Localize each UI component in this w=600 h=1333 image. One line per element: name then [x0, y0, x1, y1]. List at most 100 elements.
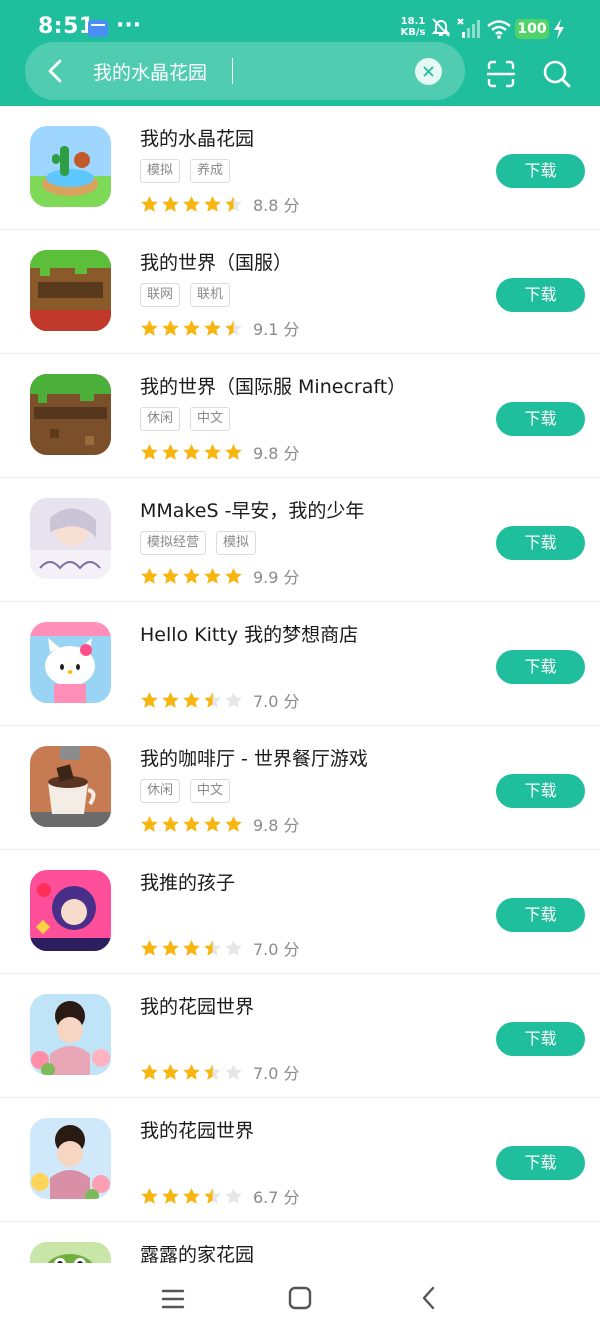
- star-empty-icon: [225, 939, 242, 956]
- app-name: 我的水晶花园: [140, 128, 255, 150]
- star-full-icon: [141, 691, 158, 708]
- header: 8:51 ··· 18.1 KB/s 100: [0, 0, 600, 106]
- app-tag: 模拟: [216, 531, 257, 555]
- scan-icon[interactable]: [486, 59, 516, 89]
- star-full-icon: [162, 195, 179, 212]
- rating-stars: [140, 1062, 245, 1081]
- app-icon-lulu-garden[interactable]: [30, 1242, 111, 1263]
- star-full-icon: [183, 691, 200, 708]
- app-icon-my-garden-world-2[interactable]: [30, 1118, 111, 1199]
- menu-icon[interactable]: [160, 1286, 186, 1312]
- rating-stars: [140, 814, 245, 833]
- more-notifications-indicator: ···: [116, 13, 142, 38]
- rating-stars: [140, 442, 245, 461]
- wifi-icon: [487, 20, 511, 39]
- star-half-icon: [225, 319, 242, 336]
- app-score: 9.8 分: [253, 816, 300, 835]
- back-icon[interactable]: [416, 1285, 442, 1311]
- app-name: MMakeS -早安，我的少年: [140, 500, 365, 522]
- app-score: 8.8 分: [253, 196, 300, 215]
- app-tags: 休闲 中文: [140, 779, 240, 803]
- back-arrow-icon[interactable]: [41, 56, 71, 86]
- list-item[interactable]: 露露的家花园: [0, 1222, 600, 1263]
- app-name: 我的世界（国际服 Minecraft）: [140, 376, 407, 398]
- network-speed-value: 18.1: [400, 16, 426, 27]
- app-tag: 模拟经营: [140, 531, 207, 555]
- list-item[interactable]: 我的世界（国际服 Minecraft） 休闲 中文 9.8 分 下载: [0, 354, 600, 478]
- download-button[interactable]: 下载: [496, 526, 585, 560]
- star-half-icon: [204, 1063, 221, 1080]
- download-button[interactable]: 下载: [496, 1146, 585, 1180]
- app-tags: 模拟经营 模拟: [140, 531, 266, 555]
- list-item[interactable]: 我的咖啡厅 - 世界餐厅游戏 休闲 中文 9.8 分 下载: [0, 726, 600, 850]
- app-score: 6.7 分: [253, 1188, 300, 1207]
- app-icon-minecraft-cn[interactable]: [30, 250, 111, 331]
- star-full-icon: [204, 443, 221, 460]
- search-results-list[interactable]: 我的水晶花园 模拟 养成 8.8 分 下载 我的世界（国服） 联网 联机 9.1 分…: [0, 106, 600, 1263]
- home-icon[interactable]: [287, 1285, 313, 1311]
- muted-bell-icon: [431, 18, 451, 37]
- network-speed-unit: KB/s: [400, 27, 426, 38]
- app-icon-oshi-no-ko[interactable]: [30, 870, 111, 951]
- star-empty-icon: [225, 691, 242, 708]
- star-full-icon: [183, 195, 200, 212]
- app-score: 7.0 分: [253, 1064, 300, 1083]
- search-icon[interactable]: [542, 59, 572, 89]
- app-name: 我的花园世界: [140, 1120, 255, 1142]
- app-tags: 联网 联机: [140, 283, 240, 307]
- star-full-icon: [162, 939, 179, 956]
- star-full-icon: [141, 1063, 158, 1080]
- app-icon-minecraft-intl[interactable]: [30, 374, 111, 455]
- app-rating: 8.8 分: [140, 192, 300, 215]
- rating-stars: [140, 318, 245, 337]
- star-full-icon: [204, 567, 221, 584]
- search-input[interactable]: [93, 56, 393, 86]
- app-tag: 联机: [190, 283, 231, 307]
- search-bar[interactable]: [25, 42, 465, 100]
- download-button[interactable]: 下载: [496, 650, 585, 684]
- star-full-icon: [183, 1063, 200, 1080]
- app-icon-my-cafe[interactable]: [30, 746, 111, 827]
- list-item[interactable]: 我的花园世界 7.0 分 下载: [0, 974, 600, 1098]
- star-full-icon: [162, 815, 179, 832]
- rating-stars: [140, 690, 245, 709]
- app-rating: 7.0 分: [140, 1060, 300, 1083]
- star-half-icon: [204, 939, 221, 956]
- star-full-icon: [162, 319, 179, 336]
- star-full-icon: [204, 319, 221, 336]
- mail-notification-icon: [88, 20, 108, 37]
- star-full-icon: [183, 815, 200, 832]
- app-rating: 9.8 分: [140, 812, 300, 835]
- list-item[interactable]: 我的水晶花园 模拟 养成 8.8 分 下载: [0, 106, 600, 230]
- list-item[interactable]: 我的世界（国服） 联网 联机 9.1 分 下载: [0, 230, 600, 354]
- star-full-icon: [204, 195, 221, 212]
- system-nav-bar: [0, 1263, 600, 1333]
- star-full-icon: [225, 815, 242, 832]
- app-tag: 联网: [140, 283, 181, 307]
- star-full-icon: [183, 319, 200, 336]
- status-bar: 8:51 ··· 18.1 KB/s 100: [0, 0, 600, 44]
- close-icon: [423, 66, 434, 77]
- list-item[interactable]: Hello Kitty 我的梦想商店 7.0 分 下载: [0, 602, 600, 726]
- list-item[interactable]: 我的花园世界 6.7 分 下载: [0, 1098, 600, 1222]
- list-item[interactable]: MMakeS -早安，我的少年 模拟经营 模拟 9.9 分 下载: [0, 478, 600, 602]
- app-icon-crystal-garden[interactable]: [30, 126, 111, 207]
- app-icon-my-garden-world[interactable]: [30, 994, 111, 1075]
- download-button[interactable]: 下载: [496, 154, 585, 188]
- app-tag: 中文: [190, 407, 231, 431]
- star-half-icon: [225, 195, 242, 212]
- clear-search-button[interactable]: [415, 58, 442, 85]
- app-rating: 6.7 分: [140, 1184, 300, 1207]
- download-button[interactable]: 下载: [496, 278, 585, 312]
- download-button[interactable]: 下载: [496, 774, 585, 808]
- battery-indicator: 100: [515, 19, 549, 39]
- app-icon-hello-kitty[interactable]: [30, 622, 111, 703]
- app-rating: 9.8 分: [140, 440, 300, 463]
- list-item[interactable]: 我推的孩子 7.0 分 下载: [0, 850, 600, 974]
- download-button[interactable]: 下载: [496, 898, 585, 932]
- star-full-icon: [141, 815, 158, 832]
- rating-stars: [140, 566, 245, 585]
- app-icon-mmakes[interactable]: [30, 498, 111, 579]
- download-button[interactable]: 下载: [496, 402, 585, 436]
- download-button[interactable]: 下载: [496, 1022, 585, 1056]
